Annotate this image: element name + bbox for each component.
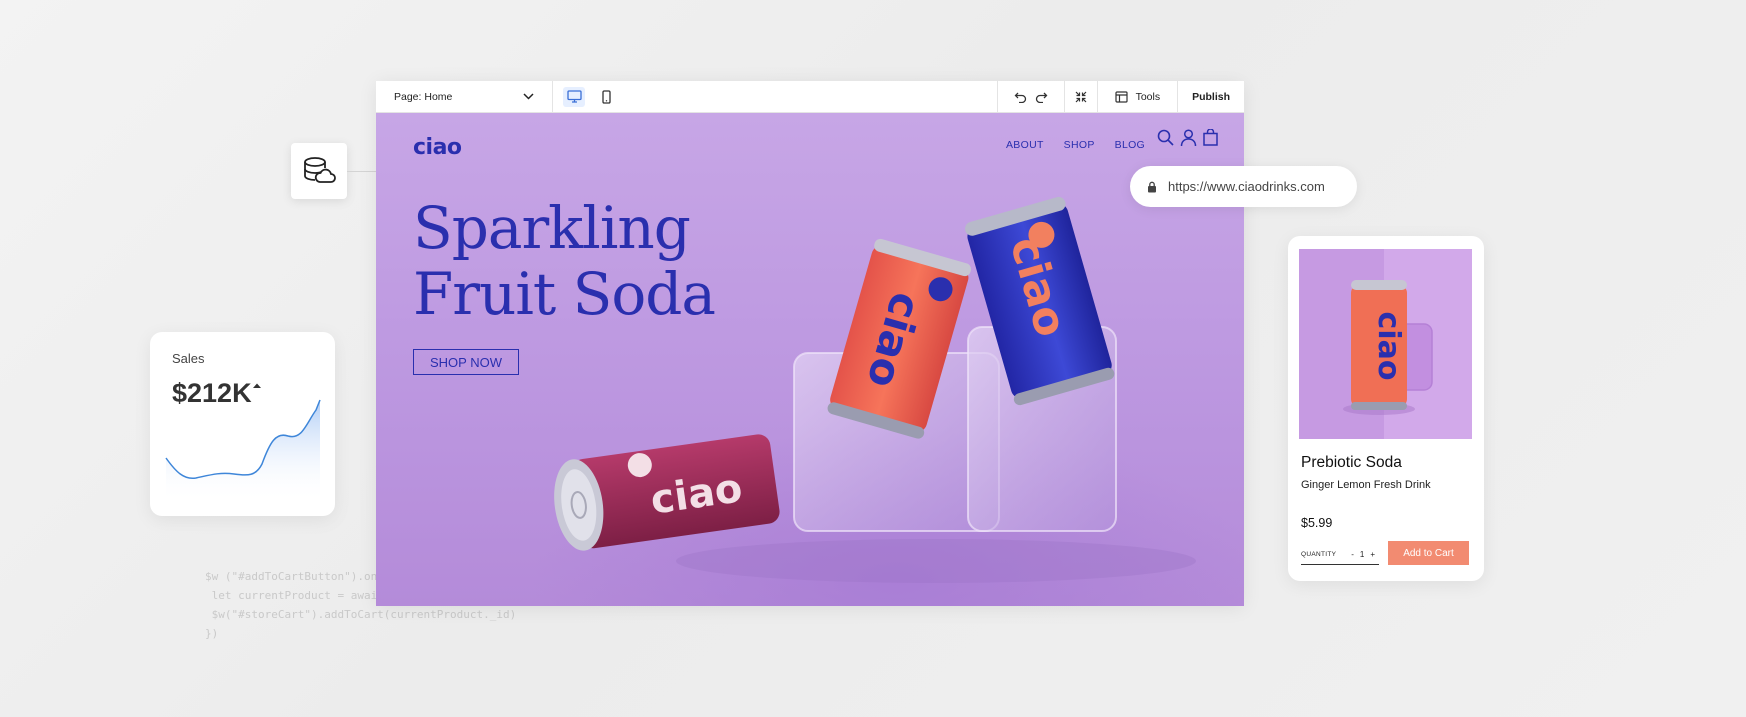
quantity-label: QUANTITY bbox=[1301, 551, 1337, 558]
product-card: ciao Prebiotic Soda Ginger Lemon Fresh D… bbox=[1288, 236, 1484, 581]
quantity-decrement-button[interactable]: - bbox=[1351, 550, 1354, 559]
code-line: $w("#storeCart").addToCart(currentProduc… bbox=[205, 608, 517, 621]
page-selector-label: Page: Home bbox=[394, 90, 453, 103]
hero-title-line: Fruit Soda bbox=[413, 260, 716, 328]
editor-window: Page: Home Tools Publish ciao ciao ciao … bbox=[376, 81, 1244, 606]
undo-icon[interactable] bbox=[1014, 91, 1027, 103]
tools-label: Tools bbox=[1135, 90, 1161, 103]
trend-up-icon bbox=[253, 383, 261, 388]
code-line: }) bbox=[205, 627, 219, 640]
quantity-value: 1 bbox=[1359, 550, 1365, 559]
mobile-view-button[interactable] bbox=[595, 87, 617, 107]
site-logo[interactable]: ciao bbox=[413, 135, 462, 160]
nav-item-about[interactable]: ABOUT bbox=[1006, 139, 1044, 151]
lock-icon bbox=[1148, 181, 1156, 192]
url-text: https://www.ciaodrinks.com bbox=[1168, 179, 1325, 194]
nav-item-shop[interactable]: SHOP bbox=[1064, 139, 1095, 151]
quantity-stepper[interactable]: QUANTITY - 1 + bbox=[1301, 545, 1379, 565]
editor-toolbar: Page: Home Tools Publish bbox=[376, 81, 1244, 113]
site-header-icons bbox=[1157, 129, 1218, 146]
device-switcher bbox=[553, 81, 627, 112]
url-bar[interactable]: https://www.ciaodrinks.com bbox=[1130, 166, 1357, 207]
site-nav: ABOUT SHOP BLOG bbox=[1006, 139, 1145, 151]
product-image[interactable]: ciao bbox=[1299, 249, 1472, 439]
zoom-out-button[interactable] bbox=[1063, 81, 1097, 112]
hero-title-line: Sparkling bbox=[413, 194, 691, 262]
product-price: $5.99 bbox=[1301, 516, 1333, 530]
publish-button[interactable]: Publish bbox=[1177, 81, 1244, 112]
chevron-down-icon bbox=[523, 93, 534, 100]
redo-icon[interactable] bbox=[1035, 91, 1048, 103]
desktop-icon bbox=[566, 90, 582, 103]
database-cloud-icon bbox=[304, 157, 336, 183]
nav-item-blog[interactable]: BLOG bbox=[1115, 139, 1145, 151]
user-icon[interactable] bbox=[1180, 129, 1197, 146]
shop-now-button[interactable]: SHOP NOW bbox=[413, 349, 519, 375]
product-name: Prebiotic Soda bbox=[1301, 454, 1402, 471]
tools-icon bbox=[1114, 90, 1128, 103]
connector-line bbox=[347, 171, 377, 172]
add-to-cart-button[interactable]: Add to Cart bbox=[1388, 541, 1469, 565]
publish-label: Publish bbox=[1192, 90, 1230, 103]
mobile-icon bbox=[601, 89, 611, 104]
site-canvas: ciao ciao ciao ciao ABOUT SHOP BLOG Spar… bbox=[376, 113, 1244, 606]
search-icon[interactable] bbox=[1157, 129, 1174, 146]
quantity-increment-button[interactable]: + bbox=[1370, 550, 1375, 559]
database-tile[interactable] bbox=[291, 143, 347, 199]
collapse-icon bbox=[1075, 91, 1086, 102]
desktop-view-button[interactable] bbox=[563, 86, 585, 107]
sales-widget: Sales $212K bbox=[150, 332, 335, 516]
shopping-bag-icon[interactable] bbox=[1203, 129, 1218, 146]
sales-label: Sales bbox=[172, 351, 205, 366]
sales-sparkline bbox=[165, 399, 321, 502]
page-selector[interactable]: Page: Home bbox=[376, 81, 553, 112]
product-subtitle: Ginger Lemon Fresh Drink bbox=[1301, 479, 1431, 491]
history-controls bbox=[996, 81, 1064, 112]
svg-text:ciao: ciao bbox=[1371, 312, 1406, 381]
hero-title: Sparkling Fruit Soda bbox=[413, 195, 773, 327]
tools-button[interactable]: Tools bbox=[1096, 81, 1178, 112]
